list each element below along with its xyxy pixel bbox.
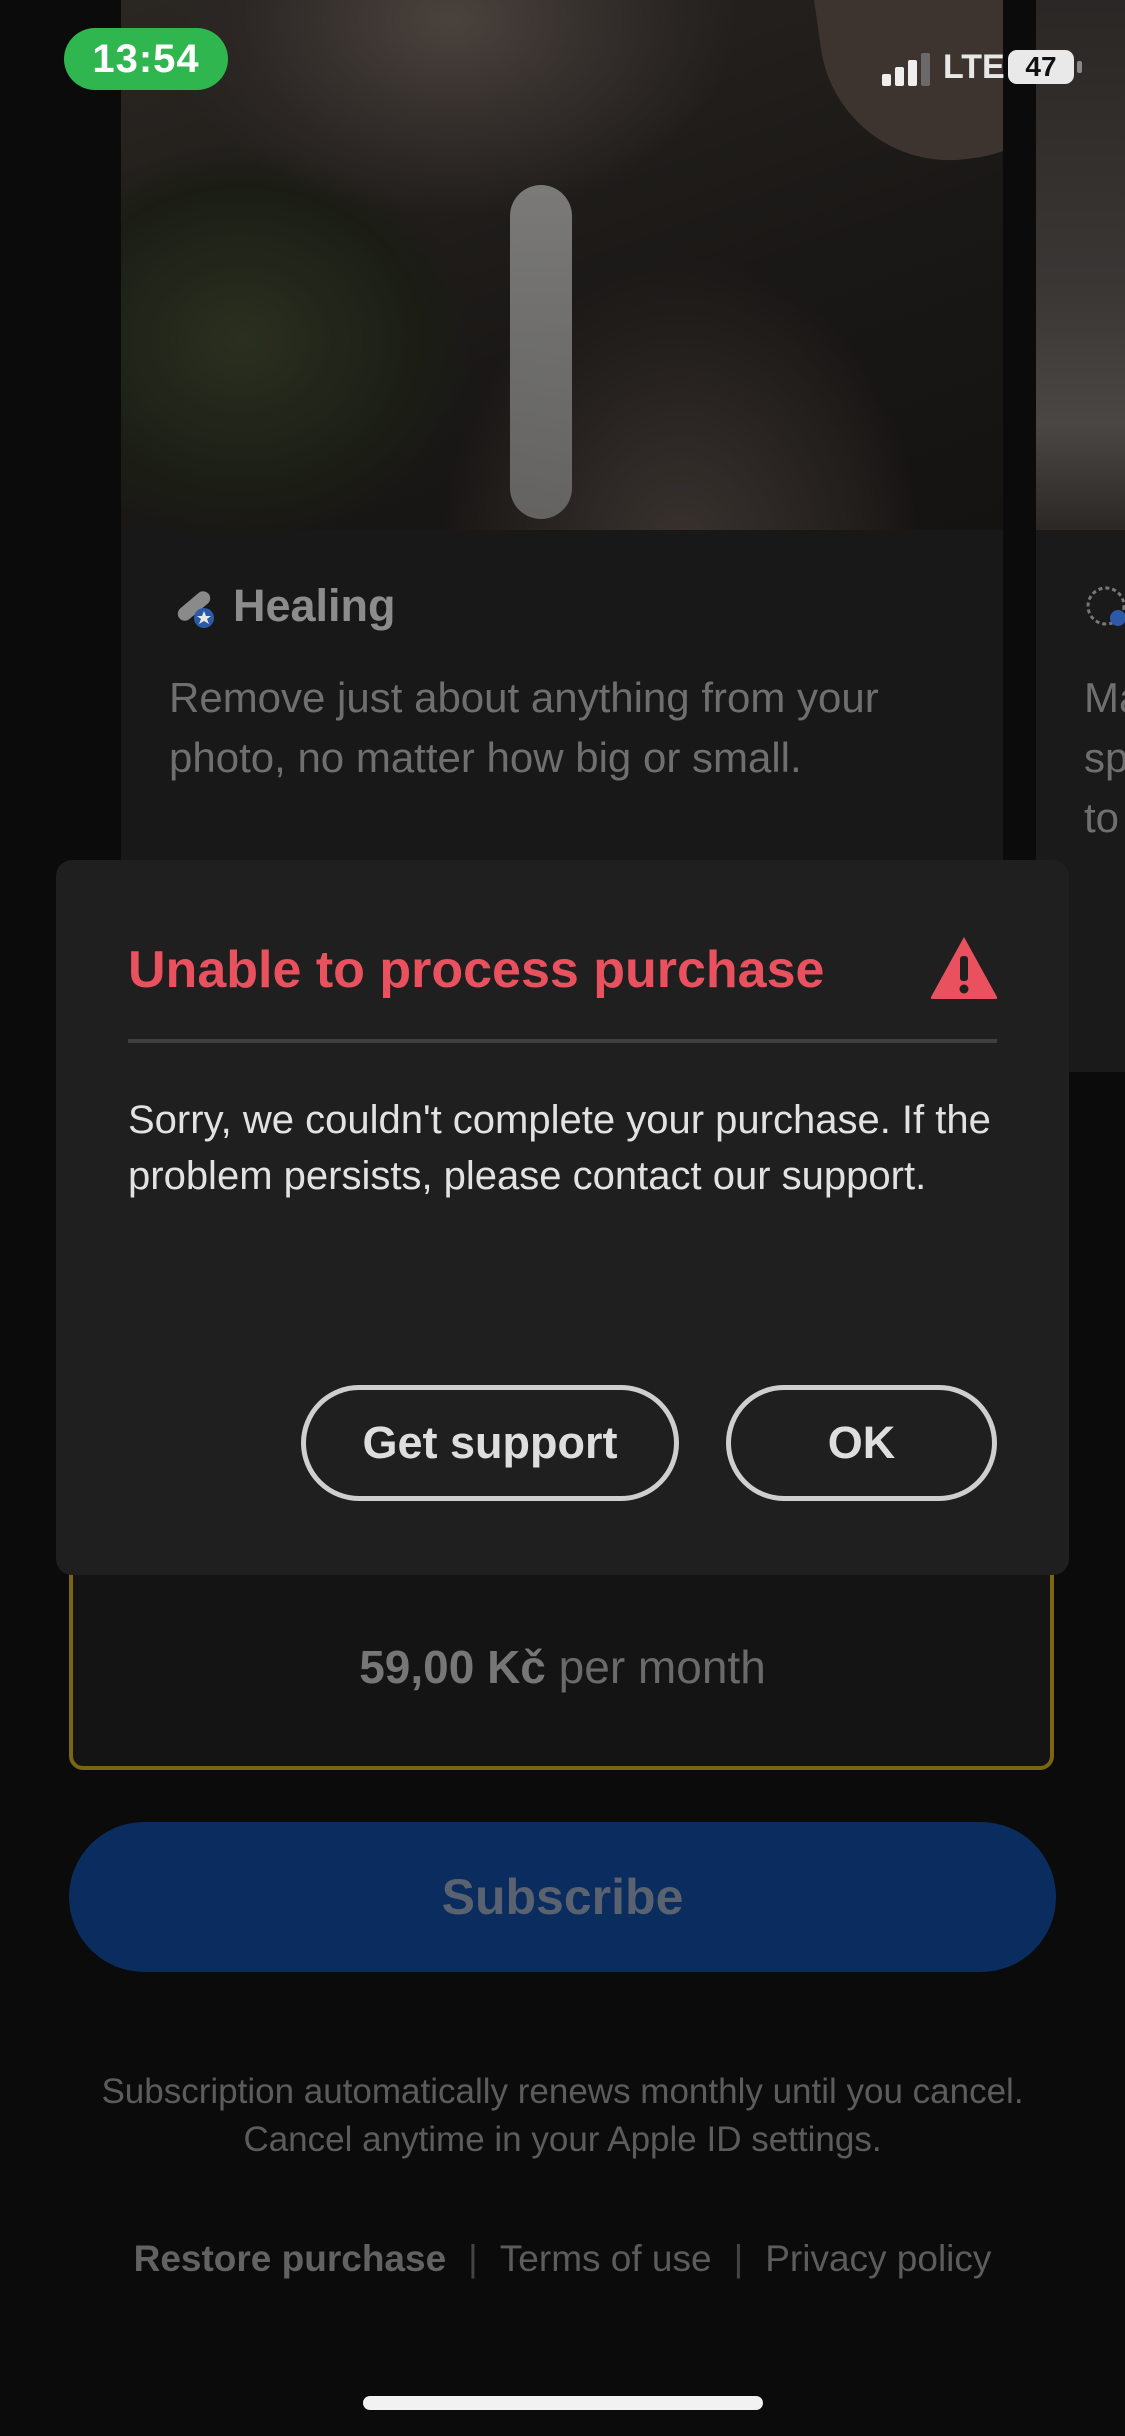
battery-nub — [1077, 61, 1082, 73]
status-time: 13:54 — [64, 28, 228, 90]
renewal-note-line2: Cancel anytime in your Apple ID settings… — [243, 2120, 882, 2159]
plan-price: 59,00 Kč — [359, 1641, 546, 1693]
feature-title-row: Healing — [169, 580, 396, 632]
restore-purchase-link[interactable]: Restore purchase — [134, 2238, 447, 2280]
cellular-signal-icon — [882, 53, 930, 86]
battery-icon: 47 — [1008, 50, 1074, 84]
network-type: LTE — [943, 48, 1005, 86]
feature-description: Remove just about anything from your pho… — [169, 674, 879, 781]
bandage-icon — [177, 591, 214, 628]
renewal-note-line1: Subscription automatically renews monthl… — [101, 2072, 1024, 2111]
renewal-note: Subscription automatically renews monthl… — [0, 2068, 1125, 2164]
error-dialog: Unable to process purchase Sorry, we cou… — [56, 860, 1069, 1575]
selection-circle-icon — [1086, 586, 1125, 626]
plan-price-line: 59,00 Kč per month — [0, 1640, 1125, 1694]
dialog-message: Sorry, we couldn't complete your purchas… — [128, 1098, 991, 1198]
healing-brush-stroke — [510, 185, 572, 519]
battery-level: 47 — [1025, 51, 1057, 82]
footer-separator: | — [468, 2238, 478, 2279]
get-support-button[interactable]: Get support — [301, 1385, 679, 1501]
status-bar: 13:54 LTE 47 — [0, 0, 1125, 120]
ok-button[interactable]: OK — [726, 1385, 997, 1501]
footer-separator: | — [733, 2238, 744, 2279]
home-indicator[interactable] — [363, 2396, 763, 2410]
dialog-title: Unable to process purchase — [128, 941, 825, 999]
feature-description-next: Ma sp to — [1084, 674, 1125, 841]
feature-title: Healing — [233, 580, 396, 631]
terms-of-use-link[interactable]: Terms of use — [500, 2238, 712, 2280]
warning-triangle-icon — [930, 937, 998, 999]
footer-links: Restore purchase | Terms of use | Privac… — [0, 2238, 1125, 2280]
privacy-policy-link[interactable]: Privacy policy — [765, 2238, 991, 2280]
subscribe-button[interactable]: Subscribe — [69, 1822, 1056, 1972]
plan-period: per month — [558, 1641, 766, 1693]
dialog-divider — [128, 1039, 997, 1043]
